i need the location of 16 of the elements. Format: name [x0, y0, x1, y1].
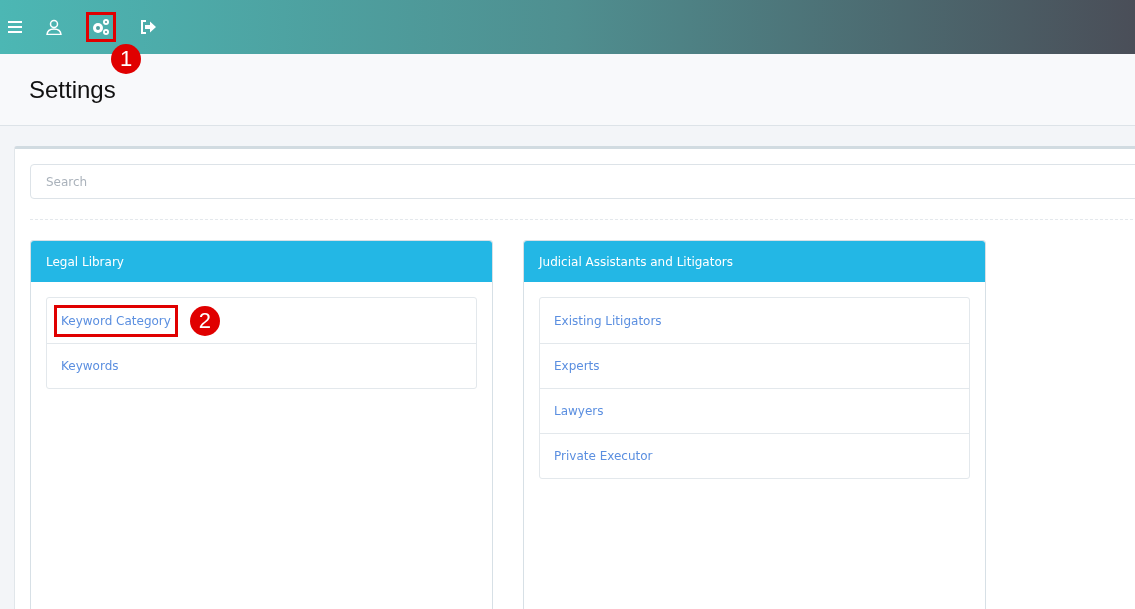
settings-link[interactable]: Keywords — [54, 350, 126, 382]
user-icon — [46, 19, 62, 35]
panel-title: Judicial Assistants and Litigators — [539, 254, 733, 269]
callout-badge: 2 — [189, 305, 220, 336]
panel-title: Legal Library — [46, 254, 124, 269]
search-field[interactable]: Search — [30, 164, 1135, 199]
settings-link[interactable]: Experts — [547, 350, 607, 382]
menu-icon — [8, 21, 22, 33]
settings-link[interactable]: Keyword Category — [54, 304, 178, 337]
callout-badge: 1 — [111, 44, 141, 74]
page-title: Settings — [29, 75, 116, 104]
settings-link[interactable]: Lawyers — [547, 395, 611, 427]
settings-icon — [91, 18, 111, 36]
settings-link[interactable]: Private Executor — [547, 440, 660, 472]
settings-link[interactable]: Existing Litigators — [547, 304, 669, 337]
logout-icon — [140, 20, 156, 34]
